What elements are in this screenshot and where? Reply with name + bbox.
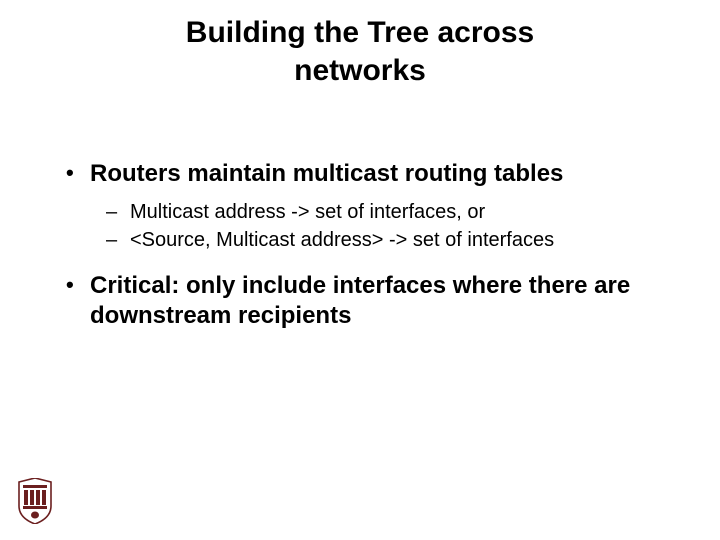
bullet-level2: <Source, Multicast address> -> set of in… [60,227,680,253]
bullet-level2: Multicast address -> set of interfaces, … [60,199,680,225]
title-line-2: networks [40,52,680,90]
university-crest-icon [18,478,52,524]
slide-body: Routers maintain multicast routing table… [0,89,720,331]
title-line-1: Building the Tree across [40,14,680,52]
bullet-level1: Critical: only include interfaces where … [60,271,680,331]
slide-title: Building the Tree across networks [0,0,720,89]
sub-bullet-group: Multicast address -> set of interfaces, … [60,199,680,253]
bullet-level1: Routers maintain multicast routing table… [60,159,680,189]
